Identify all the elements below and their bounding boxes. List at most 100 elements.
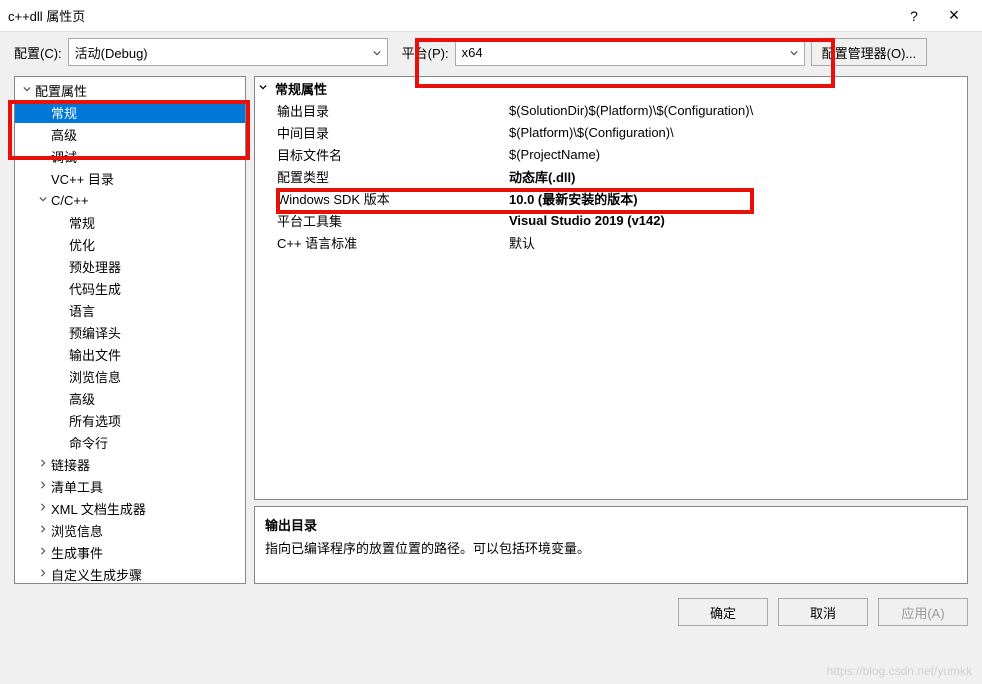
- tree-item[interactable]: 清单工具: [15, 475, 245, 497]
- description-panel: 输出目录 指向已编译程序的放置位置的路径。可以包括环境变量。: [254, 506, 968, 584]
- category-label: 常规属性: [271, 79, 327, 98]
- tree-item[interactable]: 自定义生成步骤: [15, 563, 245, 584]
- property-row[interactable]: 平台工具集Visual Studio 2019 (v142): [255, 209, 967, 231]
- tree-item[interactable]: 调试: [15, 145, 245, 167]
- category-header[interactable]: 常规属性: [255, 77, 967, 99]
- platform-value: x64: [462, 45, 483, 60]
- tree-item[interactable]: 高级: [15, 387, 245, 409]
- property-row[interactable]: 配置类型动态库(.dll): [255, 165, 967, 187]
- tree-item-label: 语言: [67, 301, 95, 320]
- tree-item-label: 高级: [49, 125, 77, 144]
- expand-icon: [37, 195, 49, 206]
- toolbar: 配置(C): 活动(Debug) 平台(P): x64 配置管理器(O)...: [0, 32, 982, 76]
- dialog-buttons: 确定 取消 应用(A): [0, 598, 968, 626]
- property-row[interactable]: C++ 语言标准默认: [255, 231, 967, 253]
- tree-item[interactable]: C/C++: [15, 189, 245, 211]
- tree-item[interactable]: 预处理器: [15, 255, 245, 277]
- desc-text: 指向已编译程序的放置位置的路径。可以包括环境变量。: [265, 538, 957, 557]
- ok-button[interactable]: 确定: [678, 598, 768, 626]
- cancel-button[interactable]: 取消: [778, 598, 868, 626]
- tree-item-label: 常规: [49, 103, 77, 122]
- tree-item[interactable]: 常规: [15, 101, 245, 123]
- tree-item[interactable]: 浏览信息: [15, 519, 245, 541]
- tree-item[interactable]: 所有选项: [15, 409, 245, 431]
- tree-item[interactable]: 输出文件: [15, 343, 245, 365]
- tree-item-label: 浏览信息: [67, 367, 121, 386]
- tree-item-label: 浏览信息: [49, 521, 103, 540]
- tree-item[interactable]: 预编译头: [15, 321, 245, 343]
- chevron-down-icon: [373, 45, 381, 60]
- property-value: 默认: [503, 233, 967, 252]
- expand-icon: [21, 85, 33, 96]
- tree-item-label: 配置属性: [33, 81, 87, 100]
- expand-icon: [37, 547, 49, 558]
- expand-icon: [37, 503, 49, 514]
- tree-item[interactable]: 链接器: [15, 453, 245, 475]
- watermark: https://blog.csdn.net/yumkk: [827, 664, 972, 678]
- tree-item[interactable]: 命令行: [15, 431, 245, 453]
- right-panel: 常规属性 输出目录$(SolutionDir)$(Platform)\$(Con…: [254, 76, 968, 584]
- property-grid[interactable]: 常规属性 输出目录$(SolutionDir)$(Platform)\$(Con…: [254, 76, 968, 500]
- tree-item-label: 代码生成: [67, 279, 121, 298]
- expand-icon: [37, 459, 49, 470]
- config-manager-button[interactable]: 配置管理器(O)...: [811, 38, 928, 66]
- property-row[interactable]: 输出目录$(SolutionDir)$(Platform)\$(Configur…: [255, 99, 967, 121]
- tree-item-label: 链接器: [49, 455, 90, 474]
- tree-item[interactable]: 常规: [15, 211, 245, 233]
- property-name: 配置类型: [255, 167, 503, 186]
- tree-item[interactable]: VC++ 目录: [15, 167, 245, 189]
- property-name: 目标文件名: [255, 145, 503, 164]
- tree-item-label: 所有选项: [67, 411, 121, 430]
- tree-item[interactable]: 语言: [15, 299, 245, 321]
- platform-combo[interactable]: x64: [455, 38, 805, 66]
- config-value: 活动(Debug): [75, 43, 148, 62]
- property-row[interactable]: 目标文件名$(ProjectName): [255, 143, 967, 165]
- tree-item-label: 命令行: [67, 433, 108, 452]
- tree-item-label: 预处理器: [67, 257, 121, 276]
- expand-icon: [37, 525, 49, 536]
- window-title: c++dll 属性页: [8, 6, 894, 25]
- expand-icon: [37, 569, 49, 580]
- property-value: 动态库(.dll): [503, 167, 967, 186]
- property-name: C++ 语言标准: [255, 233, 503, 252]
- content-area: 配置属性常规高级调试VC++ 目录C/C++常规优化预处理器代码生成语言预编译头…: [14, 76, 968, 584]
- config-label: 配置(C):: [14, 43, 62, 62]
- property-name: Windows SDK 版本: [255, 189, 503, 208]
- tree-item-label: XML 文档生成器: [49, 499, 146, 518]
- property-value: $(Platform)\$(Configuration)\: [503, 125, 967, 140]
- tree-item-label: 输出文件: [67, 345, 121, 364]
- property-value: 10.0 (最新安装的版本): [503, 189, 967, 208]
- tree-panel[interactable]: 配置属性常规高级调试VC++ 目录C/C++常规优化预处理器代码生成语言预编译头…: [14, 76, 246, 584]
- tree-item-label: 清单工具: [49, 477, 103, 496]
- tree-item-label: 生成事件: [49, 543, 103, 562]
- tree-item[interactable]: 高级: [15, 123, 245, 145]
- property-value: $(ProjectName): [503, 147, 967, 162]
- help-button[interactable]: ?: [894, 8, 934, 24]
- property-name: 中间目录: [255, 123, 503, 142]
- tree-item-label: 高级: [67, 389, 95, 408]
- apply-button[interactable]: 应用(A): [878, 598, 968, 626]
- property-row[interactable]: Windows SDK 版本10.0 (最新安装的版本): [255, 187, 967, 209]
- tree-item-label: 自定义生成步骤: [49, 565, 142, 584]
- property-name: 平台工具集: [255, 211, 503, 230]
- collapse-icon: [259, 83, 271, 94]
- tree-item-label: 预编译头: [67, 323, 121, 342]
- tree-item[interactable]: XML 文档生成器: [15, 497, 245, 519]
- tree-item[interactable]: 浏览信息: [15, 365, 245, 387]
- tree-item[interactable]: 代码生成: [15, 277, 245, 299]
- property-row[interactable]: 中间目录$(Platform)\$(Configuration)\: [255, 121, 967, 143]
- tree-item[interactable]: 优化: [15, 233, 245, 255]
- tree-item[interactable]: 生成事件: [15, 541, 245, 563]
- tree-item[interactable]: 配置属性: [15, 79, 245, 101]
- config-combo[interactable]: 活动(Debug): [68, 38, 388, 66]
- property-value: $(SolutionDir)$(Platform)\$(Configuratio…: [503, 103, 967, 118]
- property-value: Visual Studio 2019 (v142): [503, 213, 967, 228]
- tree-item-label: 调试: [49, 147, 77, 166]
- tree-item-label: 优化: [67, 235, 95, 254]
- property-name: 输出目录: [255, 101, 503, 120]
- platform-label: 平台(P):: [402, 43, 449, 62]
- tree-item-label: VC++ 目录: [49, 169, 114, 188]
- chevron-down-icon: [790, 45, 798, 60]
- close-button[interactable]: ×: [934, 5, 974, 26]
- expand-icon: [37, 481, 49, 492]
